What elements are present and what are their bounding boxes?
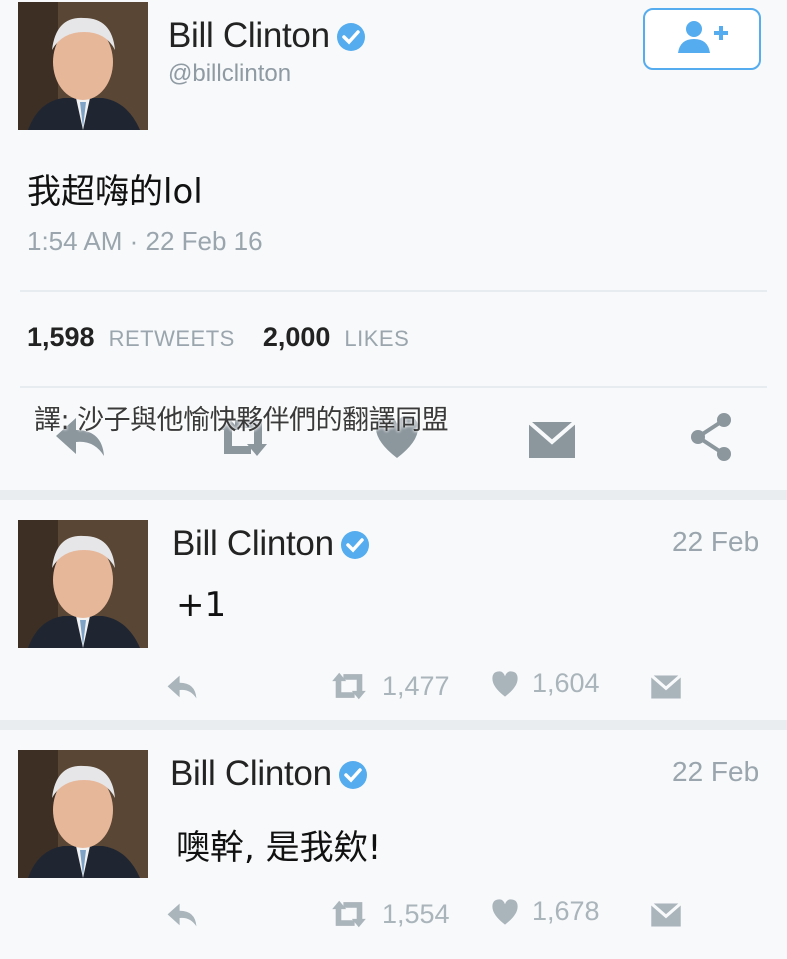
user-name[interactable]: Bill Clinton xyxy=(168,16,366,56)
retweet-button[interactable]: 1,477 xyxy=(328,668,450,704)
retweet-button[interactable]: 1,554 xyxy=(328,896,450,932)
tweet-text: 噢幹, 是我欸! xyxy=(176,828,382,868)
translation-credit: 譯: 沙子與他愉快夥伴們的翻譯同盟 xyxy=(34,405,449,436)
likes-label[interactable]: LIKES xyxy=(344,326,409,352)
reply-icon[interactable] xyxy=(164,900,200,930)
tweet-stats: 1,598 RETWEETS 2,000 LIKES xyxy=(27,322,423,353)
retweet-icon xyxy=(332,900,366,928)
reply-icon[interactable] xyxy=(164,672,200,702)
tweet-text: 我超嗨的lol xyxy=(27,172,203,212)
avatar[interactable] xyxy=(18,750,148,878)
tweet-text: +1 xyxy=(176,585,227,625)
avatar[interactable] xyxy=(18,520,148,648)
retweet-count: 1,477 xyxy=(382,670,450,701)
user-name-text: Bill Clinton xyxy=(172,524,334,563)
retweet-count[interactable]: 1,598 xyxy=(27,322,95,353)
user-name-text: Bill Clinton xyxy=(170,754,332,793)
user-name-text: Bill Clinton xyxy=(168,16,330,55)
divider xyxy=(20,386,767,388)
user-handle[interactable]: @billclinton xyxy=(168,60,291,88)
user-name[interactable]: Bill Clinton xyxy=(170,754,368,794)
tweet-actions: 1,554 1,678 xyxy=(160,896,720,936)
verified-badge-icon xyxy=(340,529,370,559)
retweets-label[interactable]: RETWEETS xyxy=(109,326,235,352)
add-user-icon xyxy=(674,19,730,60)
heart-icon xyxy=(492,670,518,697)
section-separator xyxy=(0,720,787,730)
share-icon[interactable] xyxy=(688,412,734,467)
section-separator xyxy=(0,490,787,500)
message-icon[interactable] xyxy=(650,902,682,928)
tweet-actions: 1,477 1,604 xyxy=(160,668,720,708)
retweet-icon xyxy=(332,672,366,700)
heart-icon xyxy=(492,898,518,925)
verified-badge-icon xyxy=(336,21,366,51)
like-count[interactable]: 2,000 xyxy=(263,322,331,353)
like-button[interactable]: 1,604 xyxy=(490,668,600,699)
message-icon[interactable] xyxy=(650,674,682,700)
message-icon[interactable] xyxy=(527,420,577,465)
tweet-date[interactable]: 22 Feb xyxy=(672,526,759,558)
tweet-date[interactable]: 22 Feb xyxy=(672,756,759,788)
like-button[interactable]: 1,678 xyxy=(490,896,600,927)
user-name[interactable]: Bill Clinton xyxy=(172,524,370,564)
follow-button[interactable] xyxy=(643,8,761,70)
verified-badge-icon xyxy=(338,759,368,789)
like-count: 1,678 xyxy=(532,896,600,926)
like-count: 1,604 xyxy=(532,668,600,698)
retweet-count: 1,554 xyxy=(382,898,450,929)
divider xyxy=(20,290,767,292)
tweet-timestamp[interactable]: 1:54 AM · 22 Feb 16 xyxy=(27,226,263,257)
avatar[interactable] xyxy=(18,2,148,130)
